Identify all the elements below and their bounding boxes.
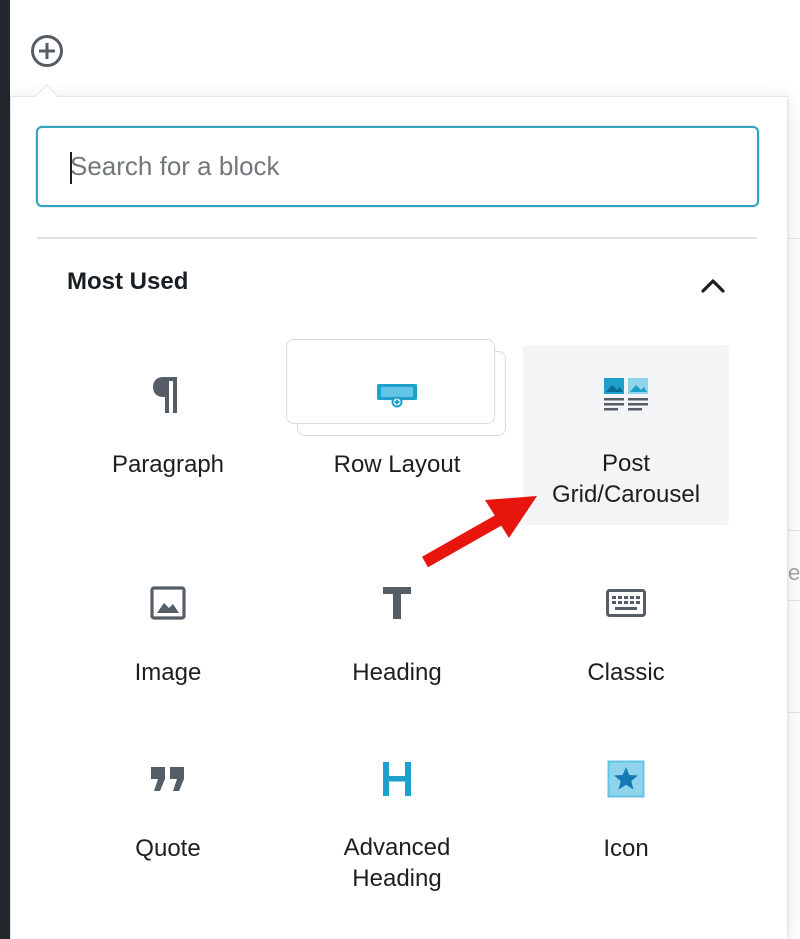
image-icon [150,586,186,620]
plus-circle-icon [31,35,63,67]
background-text-fragment: e [788,560,800,585]
block-search-input[interactable] [38,128,757,205]
quote-icon [151,767,184,791]
block-label: Classic [587,659,665,686]
annotation-arrow [422,496,537,568]
advanced-heading-icon [383,762,411,796]
block-image[interactable]: Image [65,553,271,733]
block-post-grid-carousel[interactable]: Post Grid/Carousel [523,345,729,525]
block-label: Paragraph [111,451,225,478]
block-label: Image [134,659,202,686]
panel-collapse-toggle[interactable] [696,268,730,302]
add-block-button[interactable] [27,31,67,71]
block-heading[interactable]: Heading [294,553,500,733]
block-label: Advanced Heading [343,834,451,892]
block-advanced-heading[interactable]: Advanced Heading [294,729,500,909]
search-divider [37,237,757,239]
panel-title: Most Used [67,268,189,295]
block-label: Row Layout [333,451,461,478]
editor-sidebar-edge [0,0,10,939]
star-icon [607,760,645,798]
paragraph-icon [153,377,177,413]
chevron-up-icon [701,279,725,293]
block-label: Icon [603,835,649,862]
block-icon[interactable]: Icon [523,729,729,909]
block-label: Heading [352,659,442,686]
row-layout-icon [377,384,417,408]
block-quote[interactable]: Quote [65,729,271,909]
heading-icon [383,587,411,619]
block-classic[interactable]: Classic [523,553,729,733]
block-search-field[interactable] [36,126,759,207]
keyboard-icon [606,589,646,617]
block-label: Post Grid/Carousel [551,450,701,508]
text-caret [70,152,72,184]
block-paragraph[interactable]: Paragraph [65,345,271,525]
block-label: Quote [135,835,201,862]
post-grid-icon [604,378,648,411]
